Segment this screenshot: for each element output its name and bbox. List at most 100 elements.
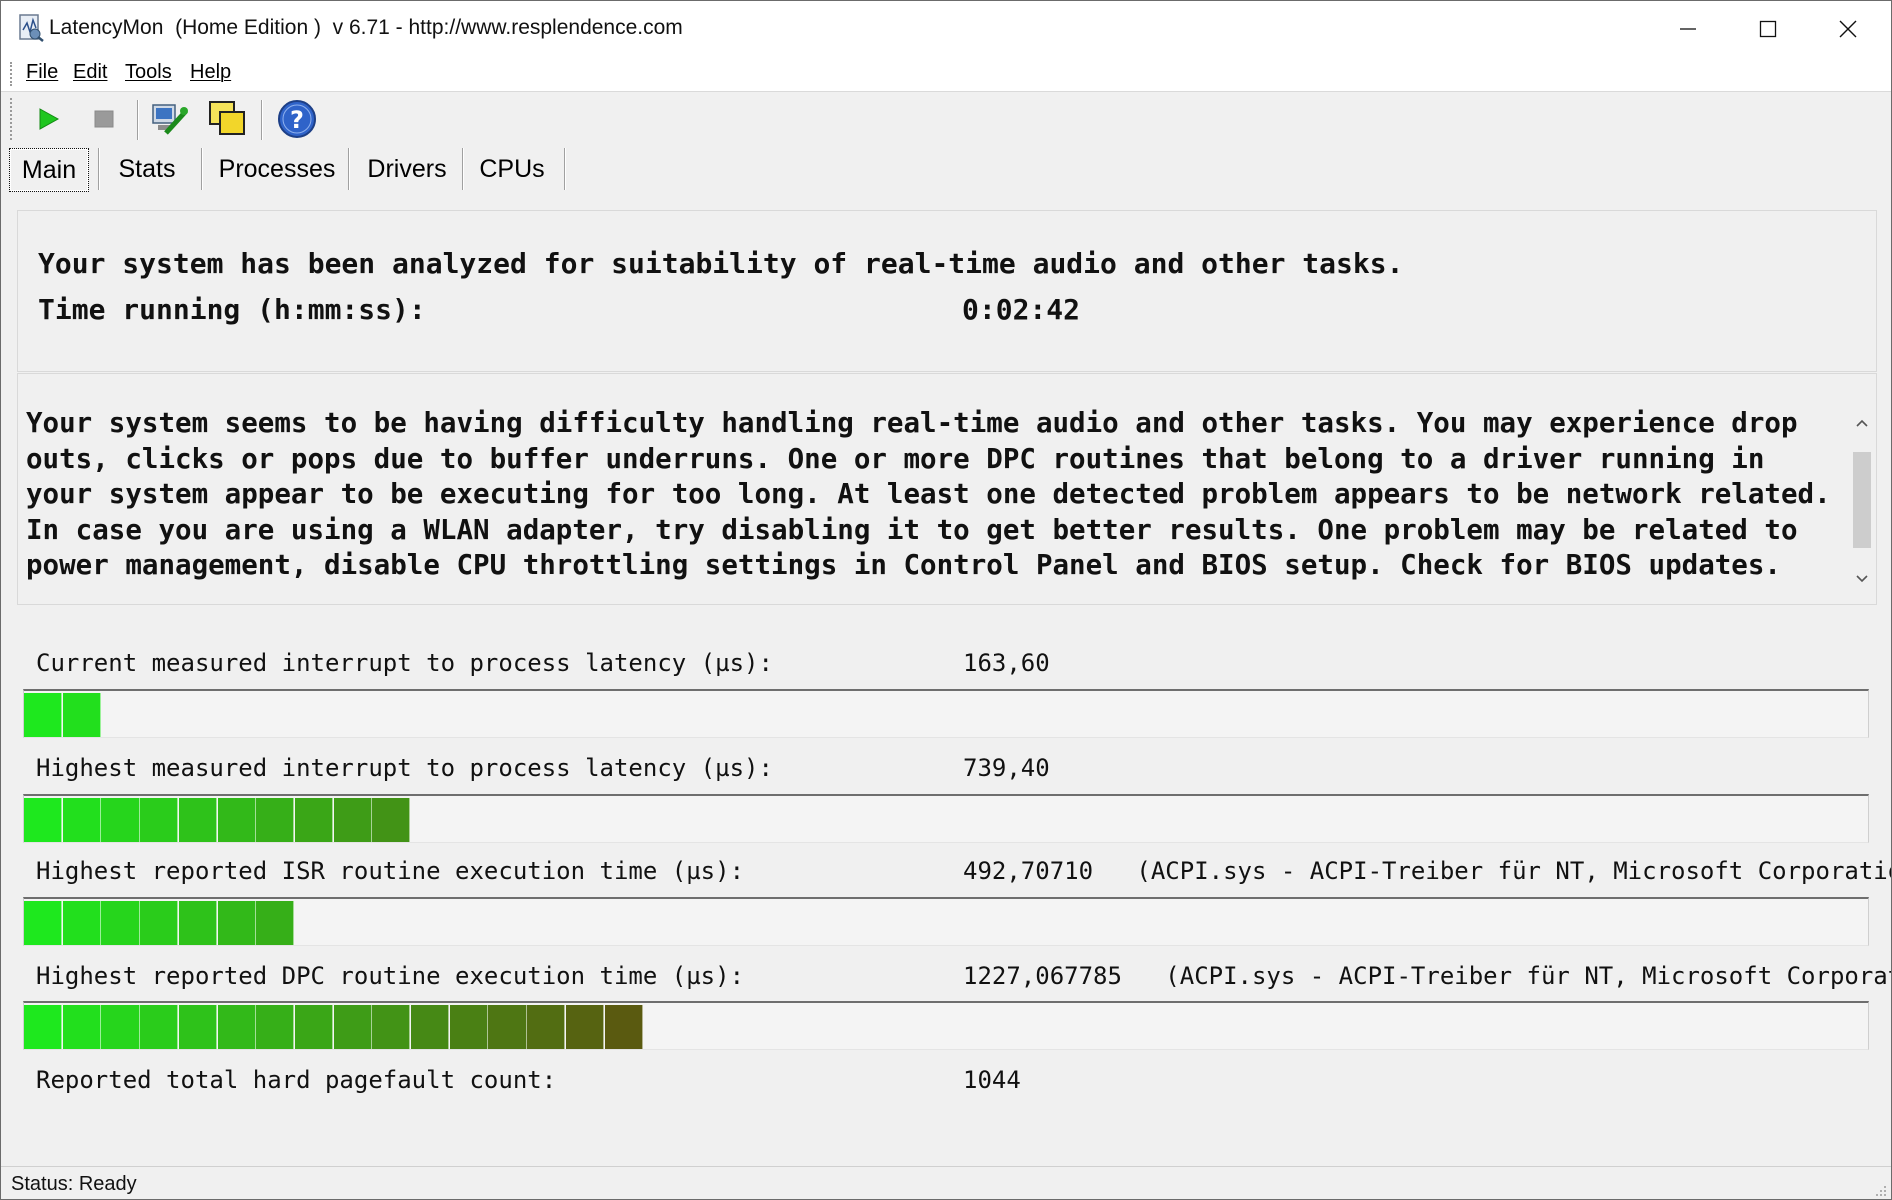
metric-value: 163,60: [963, 649, 1050, 677]
latency-bar: [23, 1001, 1869, 1050]
bar-segment: [411, 1005, 450, 1049]
bar-segment: [178, 901, 217, 945]
tab-cpus[interactable]: CPUs: [471, 148, 553, 190]
bar-segment: [62, 901, 101, 945]
bar-segment: [527, 1005, 566, 1049]
bar-segment: [178, 1005, 217, 1049]
bar-segment: [24, 798, 63, 842]
metric-value: 1227,067785 (ACPI.sys - ACPI-Treiber für…: [963, 962, 1892, 990]
toolbar-grip: [10, 98, 14, 140]
conclusion-text: Your system seems to be having difficult…: [26, 407, 1831, 581]
menu-file[interactable]: File: [26, 61, 58, 84]
scroll-down-icon[interactable]: [1855, 574, 1869, 584]
windows-button[interactable]: [206, 98, 248, 140]
bar-segment: [62, 798, 101, 842]
time-running-label: Time running (h:mm:ss):: [38, 293, 426, 326]
latency-bar: [23, 794, 1869, 843]
scrollbar-thumb[interactable]: [1853, 452, 1871, 548]
window-title: LatencyMon (Home Edition ) v 6.71 - http…: [49, 16, 683, 39]
tab-stats[interactable]: Stats: [107, 148, 187, 190]
windows-icon: [209, 101, 245, 135]
bar-segment: [333, 798, 372, 842]
status-text: Status: Ready: [11, 1173, 137, 1195]
svg-text:?: ?: [290, 106, 304, 134]
bar-segment: [372, 1005, 411, 1049]
bar-segment: [140, 1005, 179, 1049]
status-bar: Status: Ready: [1, 1166, 1891, 1199]
bar-segment: [24, 901, 63, 945]
menu-help[interactable]: Help: [190, 61, 231, 84]
stop-icon: [94, 110, 114, 128]
settings-button[interactable]: [149, 98, 191, 140]
tab-processes[interactable]: Processes: [211, 148, 343, 190]
bar-segment: [178, 798, 217, 842]
latencymon-app-icon: [18, 14, 44, 42]
tab-separator: [201, 148, 203, 190]
bar-segment: [294, 798, 334, 842]
bar-segment: [140, 901, 179, 945]
bar-segment: [62, 1005, 101, 1049]
toolbar-separator: [137, 100, 139, 140]
bar-segment: [101, 1005, 140, 1049]
time-running-value: 0:02:42: [962, 293, 1081, 326]
settings-icon: [152, 104, 188, 135]
title-bar: LatencyMon (Home Edition ) v 6.71 - http…: [1, 1, 1891, 57]
bar-segment: [101, 798, 140, 842]
metric-value: 739,40: [963, 754, 1050, 782]
resize-grip-icon[interactable]: [1873, 1183, 1887, 1197]
menu-bar: File Edit Tools Help: [1, 57, 1891, 92]
help-button[interactable]: ?: [276, 98, 318, 140]
metric-label: Highest reported ISR routine execution t…: [36, 857, 745, 885]
bar-segment: [256, 901, 295, 945]
bar-segment: [449, 1005, 488, 1049]
bar-segment: [565, 1005, 604, 1049]
bar-segment: [604, 1005, 643, 1049]
tab-drivers[interactable]: Drivers: [357, 148, 457, 190]
summary-panel: Your system has been analyzed for suitab…: [17, 210, 1877, 372]
tab-main[interactable]: Main: [9, 148, 89, 192]
metric-value: 1044: [963, 1066, 1021, 1094]
bar-segment: [256, 1005, 295, 1049]
minimize-icon: [1680, 28, 1696, 30]
latencymon-window: LatencyMon (Home Edition ) v 6.71 - http…: [0, 0, 1892, 1200]
bar-segment: [256, 798, 295, 842]
metric-label: Highest measured interrupt to process la…: [36, 754, 773, 782]
close-icon: [1839, 20, 1857, 38]
tab-separator: [98, 148, 100, 190]
start-button[interactable]: [27, 98, 69, 140]
maximize-icon: [1759, 20, 1777, 38]
bar-segment: [294, 1005, 334, 1049]
toolbar: ?: [1, 92, 1891, 148]
bar-segment: [333, 1005, 372, 1049]
metric-value: 492,70710 (ACPI.sys - ACPI-Treiber für N…: [963, 857, 1892, 885]
metric-label: Reported total hard pagefault count:: [36, 1066, 557, 1094]
bar-segment: [24, 693, 63, 737]
metric-label: Current measured interrupt to process la…: [36, 649, 773, 677]
tab-separator: [462, 148, 464, 190]
menu-edit[interactable]: Edit: [73, 61, 107, 84]
menu-tools[interactable]: Tools: [125, 61, 172, 84]
toolbar-separator: [261, 100, 263, 140]
menu-grip: [10, 62, 14, 86]
tab-bar: Main Stats Processes Drivers CPUs: [1, 148, 1891, 194]
play-icon: [39, 108, 60, 130]
tab-separator: [564, 148, 566, 190]
minimize-button[interactable]: [1647, 1, 1729, 57]
conclusion-panel: Your system seems to be having difficult…: [17, 373, 1877, 605]
latency-bar: [23, 897, 1869, 946]
tab-separator: [348, 148, 350, 190]
maximize-button[interactable]: [1727, 1, 1809, 57]
help-icon: ?: [278, 100, 316, 138]
bar-segment: [24, 1005, 63, 1049]
bar-segment: [217, 798, 256, 842]
scroll-up-icon[interactable]: [1855, 418, 1869, 428]
stop-button[interactable]: [83, 98, 125, 140]
metric-label: Highest reported DPC routine execution t…: [36, 962, 745, 990]
conclusion-scrollbar[interactable]: [1846, 408, 1876, 594]
bar-segment: [372, 798, 411, 842]
bar-segment: [217, 1005, 256, 1049]
analysis-summary-text: Your system has been analyzed for suitab…: [38, 247, 1404, 280]
close-button[interactable]: [1807, 1, 1889, 57]
bar-segment: [488, 1005, 527, 1049]
bar-segment: [140, 798, 179, 842]
